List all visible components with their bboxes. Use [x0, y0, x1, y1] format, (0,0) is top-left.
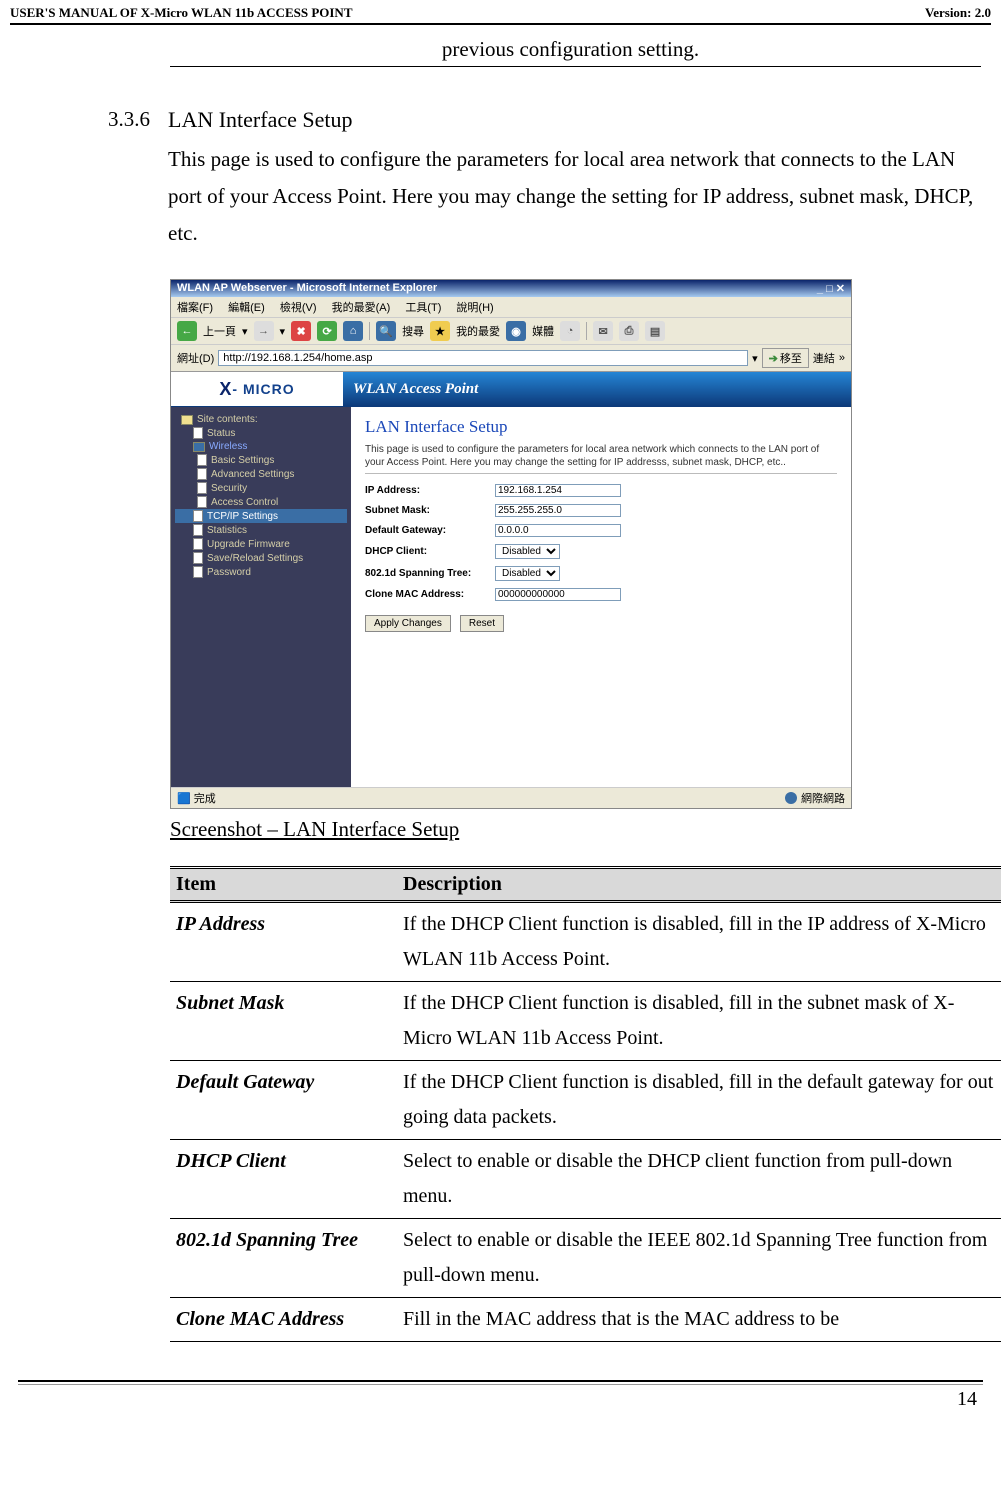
page-header: USER'S MANUAL OF X-Micro WLAN 11b ACCESS…	[10, 5, 991, 25]
sidebar-item-upgrade[interactable]: Upgrade Firmware	[175, 537, 347, 551]
window-titlebar: WLAN AP Webserver - Microsoft Internet E…	[171, 280, 851, 297]
status-right: 網際網路	[785, 790, 845, 806]
forward-dropdown[interactable]: ▾	[280, 325, 286, 338]
footer-divider	[18, 1380, 983, 1382]
panel-desc: This page is used to configure the param…	[365, 443, 837, 469]
table-row: Subnet MaskIf the DHCP Client function i…	[170, 982, 1001, 1061]
header-right: Version: 2.0	[925, 5, 991, 21]
table-row: Default GatewayIf the DHCP Client functi…	[170, 1061, 1001, 1140]
address-input[interactable]	[218, 350, 748, 366]
links-label[interactable]: 連結	[813, 350, 835, 366]
banner-text: WLAN Access Point	[343, 381, 478, 398]
subnet-label: Subnet Mask:	[365, 505, 495, 516]
forward-button[interactable]: →	[254, 321, 274, 341]
dhcp-select[interactable]: Disabled	[495, 544, 560, 559]
ip-input[interactable]	[495, 484, 621, 497]
menu-file[interactable]: 檔案(F)	[177, 302, 213, 314]
banner: XX- MICRO- MICRO WLAN Access Point	[171, 372, 851, 407]
screenshot: WLAN AP Webserver - Microsoft Internet E…	[170, 279, 852, 809]
status-left: 🟦 完成	[177, 790, 216, 806]
sidebar: Site contents: Status Wireless Basic Set…	[171, 407, 351, 787]
go-button[interactable]: ➔移至	[762, 348, 809, 368]
mac-label: Clone MAC Address:	[365, 589, 495, 600]
section-number: 3.3.6	[92, 107, 150, 251]
sidebar-item-status[interactable]: Status	[175, 426, 347, 440]
footer-sub-divider	[18, 1384, 983, 1385]
back-label[interactable]: 上一頁	[203, 323, 236, 339]
spanning-label: 802.1d Spanning Tree:	[365, 568, 495, 579]
sidebar-item-basic[interactable]: Basic Settings	[175, 453, 347, 467]
sidebar-item-password[interactable]: Password	[175, 565, 347, 579]
search-icon[interactable]: 🔍	[376, 321, 396, 341]
gateway-input[interactable]	[495, 524, 621, 537]
address-dropdown[interactable]: ▾	[752, 352, 758, 365]
ip-label: IP Address:	[365, 485, 495, 496]
gateway-label: Default Gateway:	[365, 525, 495, 536]
panel-divider	[365, 473, 837, 474]
divider	[170, 66, 981, 67]
menu-tools[interactable]: 工具(T)	[405, 302, 441, 314]
section-title: LAN Interface Setup	[168, 107, 975, 133]
menu-edit[interactable]: 編輯(E)	[228, 302, 265, 314]
table-row: 802.1d Spanning TreeSelect to enable or …	[170, 1219, 1001, 1298]
sidebar-item-tcpip[interactable]: TCP/IP Settings	[175, 509, 347, 523]
header-left: USER'S MANUAL OF X-Micro WLAN 11b ACCESS…	[10, 5, 353, 21]
spanning-select[interactable]: Disabled	[495, 566, 560, 581]
section-text: This page is used to configure the param…	[168, 141, 975, 251]
search-label[interactable]: 搜尋	[402, 323, 424, 339]
table-header-desc: Description	[397, 868, 1001, 902]
toolbar: ← 上一頁 ▾ → ▾ ✖ ⟳ ⌂ 🔍 搜尋 ★ 我的最愛 ◉ 媒體 ◔ ✉ ⎙…	[171, 318, 851, 345]
dhcp-label: DHCP Client:	[365, 546, 495, 557]
mac-input[interactable]	[495, 588, 621, 601]
xmicro-logo: XX- MICRO- MICRO	[171, 372, 343, 406]
history-button[interactable]: ◔	[560, 321, 580, 341]
main-panel: LAN Interface Setup This page is used to…	[351, 407, 851, 787]
description-table: Item Description IP AddressIf the DHCP C…	[170, 866, 1001, 1342]
reset-button[interactable]: Reset	[460, 615, 504, 632]
refresh-button[interactable]: ⟳	[317, 321, 337, 341]
favorites-icon[interactable]: ★	[430, 321, 450, 341]
edit-button[interactable]: ▤	[645, 321, 665, 341]
menu-help[interactable]: 說明(H)	[456, 302, 493, 314]
table-row: Clone MAC AddressFill in the MAC address…	[170, 1298, 1001, 1342]
media-label[interactable]: 媒體	[532, 323, 554, 339]
table-row: DHCP ClientSelect to enable or disable t…	[170, 1140, 1001, 1219]
menu-favorites[interactable]: 我的最愛(A)	[332, 302, 391, 314]
menubar[interactable]: 檔案(F) 編輯(E) 檢視(V) 我的最愛(A) 工具(T) 說明(H)	[171, 297, 851, 318]
subnet-input[interactable]	[495, 504, 621, 517]
sidebar-item-statistics[interactable]: Statistics	[175, 523, 347, 537]
print-button[interactable]: ⎙	[619, 321, 639, 341]
sidebar-item-save-reload[interactable]: Save/Reload Settings	[175, 551, 347, 565]
home-button[interactable]: ⌂	[343, 321, 363, 341]
sidebar-item-access-control[interactable]: Access Control	[175, 495, 347, 509]
favorites-label[interactable]: 我的最愛	[456, 323, 500, 339]
sidebar-item-security[interactable]: Security	[175, 481, 347, 495]
screenshot-caption: Screenshot – LAN Interface Setup	[170, 817, 981, 842]
address-label: 網址(D)	[177, 350, 214, 366]
window-title: WLAN AP Webserver - Microsoft Internet E…	[177, 282, 437, 295]
sidebar-item-wireless[interactable]: Wireless	[175, 440, 347, 453]
back-button[interactable]: ←	[177, 321, 197, 341]
page-number: 14	[10, 1388, 991, 1421]
stop-button[interactable]: ✖	[291, 321, 311, 341]
media-icon[interactable]: ◉	[506, 321, 526, 341]
status-bar: 🟦 完成 網際網路	[171, 787, 851, 808]
table-header-item: Item	[170, 868, 397, 902]
address-bar: 網址(D) ▾ ➔移至 連結 »	[171, 345, 851, 372]
window-controls[interactable]: _ □ ✕	[817, 282, 845, 295]
mail-button[interactable]: ✉	[593, 321, 613, 341]
menu-view[interactable]: 檢視(V)	[280, 302, 317, 314]
apply-button[interactable]: Apply Changes	[365, 615, 451, 632]
sidebar-root: Site contents:	[175, 413, 347, 426]
links-chevron[interactable]: »	[839, 352, 845, 364]
globe-icon	[785, 792, 797, 804]
panel-heading: LAN Interface Setup	[365, 417, 837, 437]
sidebar-item-advanced[interactable]: Advanced Settings	[175, 467, 347, 481]
table-row: IP AddressIf the DHCP Client function is…	[170, 902, 1001, 982]
previous-config-text: previous configuration setting.	[170, 37, 981, 62]
back-dropdown[interactable]: ▾	[242, 325, 248, 338]
